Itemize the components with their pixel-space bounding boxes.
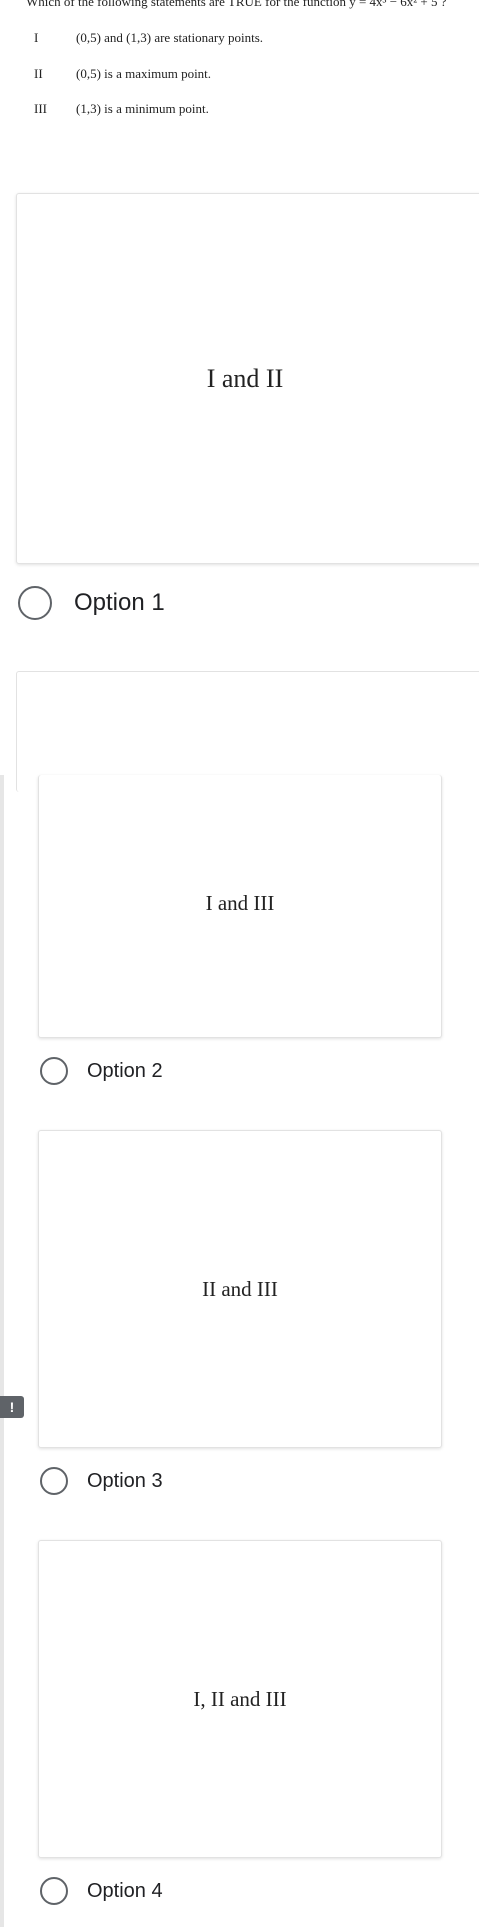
option-3-label: Option 3 bbox=[87, 1469, 163, 1492]
option-4-card[interactable]: I, II and III bbox=[38, 1540, 442, 1858]
option-2-card-text: I and III bbox=[205, 890, 275, 915]
option-2-card[interactable]: I and III bbox=[38, 775, 442, 1038]
exclamation-icon[interactable]: ! bbox=[0, 1396, 24, 1418]
option-1-label: Option 1 bbox=[74, 589, 165, 616]
radio-option-4[interactable] bbox=[40, 1877, 68, 1905]
option-4-row[interactable]: Option 4 bbox=[40, 1877, 163, 1905]
option-3-card-text: II and III bbox=[202, 1276, 278, 1301]
statement-text: (1,3) is a minimum point. bbox=[76, 101, 209, 116]
statement-number: III bbox=[34, 101, 47, 116]
option-1-card-text: I and II bbox=[206, 363, 284, 393]
question-intro: Which of the following statements are TR… bbox=[26, 0, 447, 9]
statement-text: (0,5) and (1,3) are stationary points. bbox=[76, 30, 264, 45]
option-2-card-top bbox=[16, 671, 479, 792]
statement-number: I bbox=[34, 30, 39, 45]
option-3-row[interactable]: Option 3 bbox=[40, 1467, 163, 1495]
radio-option-1[interactable] bbox=[18, 586, 52, 620]
option-4-card-text: I, II and III bbox=[193, 1686, 287, 1711]
option-2-row[interactable]: Option 2 bbox=[40, 1057, 163, 1085]
option-4-label: Option 4 bbox=[87, 1879, 163, 1902]
statement-number: II bbox=[34, 66, 43, 81]
option-1-card[interactable]: I and II bbox=[16, 193, 479, 564]
option-3-card[interactable]: II and III bbox=[38, 1130, 442, 1448]
option-2-label: Option 2 bbox=[87, 1059, 163, 1082]
scroll-frame bbox=[0, 775, 4, 1927]
question-block: Which of the following statements are TR… bbox=[0, 0, 479, 130]
radio-option-2[interactable] bbox=[40, 1057, 68, 1085]
option-1-row[interactable]: Option 1 bbox=[18, 586, 165, 620]
statement-text: (0,5) is a maximum point. bbox=[76, 66, 212, 81]
radio-option-3[interactable] bbox=[40, 1467, 68, 1495]
